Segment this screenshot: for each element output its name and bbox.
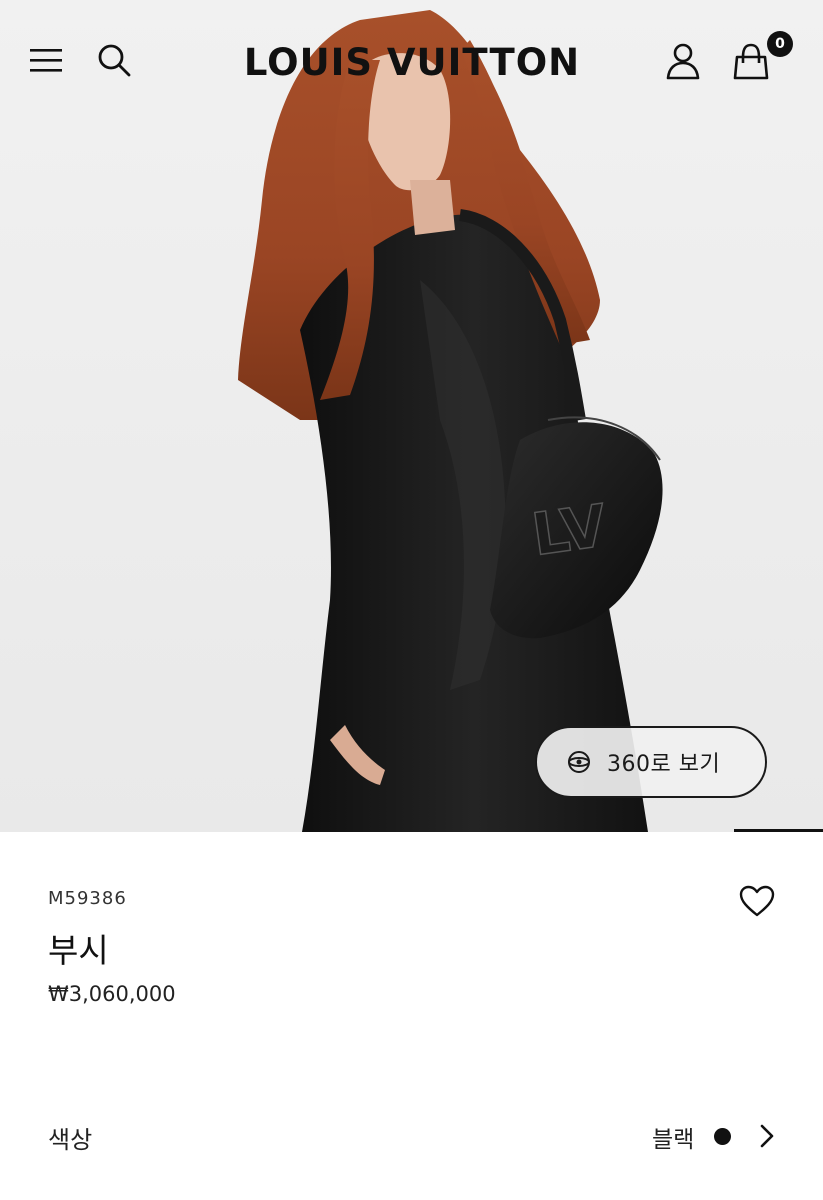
shopping-bag-icon (733, 43, 769, 80)
heart-icon (739, 885, 775, 917)
site-header: LOUIS VUITTON 0 (0, 0, 823, 120)
product-page: LV 360로 보기 LOUIS VUITTON 0 M59386 부시 ₩3,… (0, 0, 823, 1200)
brand-logo[interactable]: LOUIS VUITTON (244, 36, 579, 88)
color-selector-row[interactable]: 색상 블랙 (0, 1104, 823, 1168)
chevron-right-icon (760, 1124, 774, 1148)
account-button[interactable] (660, 38, 706, 84)
view-360-button[interactable]: 360로 보기 (535, 726, 767, 798)
gallery-progress-indicator (734, 829, 823, 832)
search-icon (98, 44, 131, 77)
wishlist-button[interactable] (736, 880, 778, 922)
menu-icon (30, 49, 62, 72)
account-icon (666, 43, 700, 80)
color-label: 색상 (48, 1126, 93, 1154)
product-sku: M59386 (48, 888, 127, 909)
color-swatch (714, 1128, 731, 1145)
menu-button[interactable] (24, 40, 68, 80)
rotate-360-icon (568, 751, 590, 773)
product-price: ₩3,060,000 (48, 982, 176, 1006)
color-value: 블랙 (652, 1127, 695, 1153)
search-button[interactable] (92, 38, 136, 82)
model-with-bag-illustration: LV (238, 10, 663, 832)
bag-logo-plate: LV (528, 491, 611, 569)
view-360-label: 360로 보기 (607, 752, 721, 777)
product-name: 부시 (48, 931, 109, 970)
product-hero-image[interactable]: LV 360로 보기 (0, 0, 823, 832)
bag-count-badge: 0 (767, 31, 793, 57)
